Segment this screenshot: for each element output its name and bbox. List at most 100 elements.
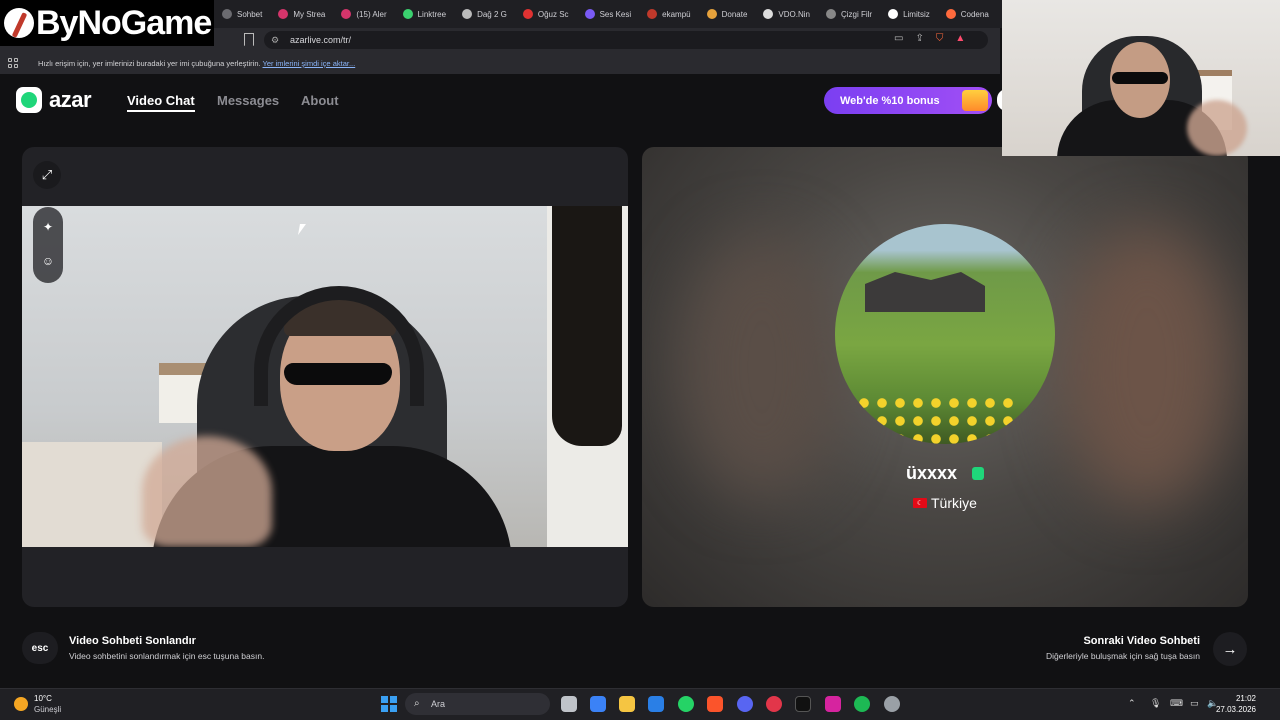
tab-favicon-icon bbox=[647, 9, 658, 19]
taskbar-search-placeholder[interactable]: Ara bbox=[431, 699, 445, 709]
partner-name: üxxxx bbox=[906, 463, 958, 483]
weather-sun-icon[interactable] bbox=[14, 697, 28, 711]
sticker-icon[interactable]: ☺ bbox=[39, 252, 57, 270]
avatar-house bbox=[865, 272, 985, 312]
task-view-icon[interactable] bbox=[561, 696, 577, 712]
nav-video-chat[interactable]: Video Chat bbox=[127, 93, 195, 108]
site-info-icon[interactable]: ⚙ bbox=[271, 35, 279, 46]
brave-browser-icon[interactable] bbox=[707, 696, 723, 712]
weather-temperature[interactable]: 10°C bbox=[34, 694, 52, 703]
tab-favicon-icon bbox=[341, 9, 352, 19]
browser-tab[interactable]: Limitsiz bbox=[880, 0, 938, 28]
share-icon[interactable]: ⇪ bbox=[915, 33, 923, 44]
browser-tab[interactable]: Linktree bbox=[395, 0, 454, 28]
magic-wand-icon[interactable]: ✦ bbox=[39, 218, 57, 236]
rewards-icon[interactable]: ▲ bbox=[955, 33, 965, 44]
streamer-logo: ByNoGame bbox=[0, 0, 214, 46]
tab-favicon-icon bbox=[888, 9, 899, 19]
clock-date: 27.03.2026 bbox=[1215, 705, 1256, 714]
verified-badge-icon bbox=[972, 467, 984, 480]
end-chat-button[interactable]: esc bbox=[22, 632, 58, 664]
turkey-flag-icon: ☾ bbox=[913, 498, 927, 508]
waving-hand bbox=[142, 436, 272, 547]
gift-icon bbox=[962, 90, 988, 111]
browser-tab-label: Donate bbox=[721, 9, 748, 19]
bed bbox=[22, 442, 162, 547]
browser-tab-label: ekampü bbox=[662, 9, 691, 19]
bookmarks-hint: Hızlı erişim için, yer imlerinizi burada… bbox=[38, 59, 355, 68]
browser-tab[interactable]: Donate bbox=[699, 0, 756, 28]
whatsapp-icon[interactable] bbox=[678, 696, 694, 712]
windows-start-icon[interactable] bbox=[381, 696, 397, 712]
browser-tab[interactable]: Sohbet bbox=[214, 0, 270, 28]
tab-favicon-icon bbox=[584, 9, 595, 19]
browser-tab[interactable]: (15) Aler bbox=[333, 0, 394, 28]
file-explorer-icon[interactable] bbox=[619, 696, 635, 712]
next-chat-arrow-icon[interactable]: → bbox=[1213, 632, 1247, 666]
discord-icon[interactable] bbox=[737, 696, 753, 712]
microphone-icon[interactable]: 🎙 bbox=[1150, 698, 1161, 709]
tab-favicon-icon bbox=[945, 9, 956, 19]
streamer-logo-icon bbox=[4, 8, 34, 38]
spotify-icon[interactable] bbox=[854, 696, 870, 712]
browser-tab[interactable]: Codena bbox=[938, 0, 997, 28]
app-red-icon[interactable] bbox=[766, 696, 782, 712]
browser-tab-label: Dağ 2 G bbox=[477, 9, 507, 19]
weather-description[interactable]: Güneşli bbox=[34, 705, 61, 714]
import-bookmarks-link[interactable]: Yer imlerini şimdi içe aktar... bbox=[263, 59, 356, 68]
search-icon: ⌕ bbox=[414, 698, 420, 709]
next-chat-subtitle: Diğerleriyle buluşmak için sağ tuşa bası… bbox=[1045, 651, 1200, 661]
instagram-icon[interactable] bbox=[825, 696, 841, 712]
tab-favicon-icon bbox=[222, 9, 232, 19]
browser-tab-label: Ses Kesi bbox=[599, 9, 632, 19]
azar-logo-icon[interactable] bbox=[16, 87, 42, 113]
tab-favicon-icon bbox=[278, 9, 289, 19]
end-chat-title: Video Sohbeti Sonlandır bbox=[69, 635, 196, 647]
browser-tab-label: My Strea bbox=[293, 9, 326, 19]
browser-tab[interactable]: Çizgi Filr bbox=[818, 0, 880, 28]
tiktok-icon[interactable] bbox=[795, 696, 811, 712]
bonus-promo-button[interactable]: Web'de %10 bonus bbox=[824, 87, 992, 114]
clock-time: 21:02 bbox=[1235, 694, 1256, 703]
partner-country: Türkiye bbox=[931, 495, 977, 511]
system-clock[interactable]: 21:02 27.03.2026 bbox=[1216, 693, 1256, 715]
streamer-webcam bbox=[1002, 0, 1280, 156]
apps-icon[interactable] bbox=[8, 58, 18, 68]
blurred-background-right bbox=[1062, 227, 1232, 507]
windows-taskbar bbox=[0, 688, 1280, 720]
tab-favicon-icon bbox=[825, 9, 836, 19]
browser-tab-label: Oğuz Sc bbox=[537, 9, 569, 19]
nav-messages[interactable]: Messages bbox=[217, 93, 279, 108]
taskbar-search[interactable] bbox=[405, 693, 550, 715]
browser-tab[interactable]: Ses Kesi bbox=[577, 0, 640, 28]
self-camera-feed bbox=[22, 206, 628, 547]
browser-tab-label: VDO.Nin bbox=[778, 9, 810, 19]
keyboard-icon[interactable]: ⌨ bbox=[1170, 698, 1183, 709]
expand-icon[interactable]: ⤢ bbox=[33, 161, 61, 189]
partner-avatar bbox=[835, 224, 1055, 444]
bonus-promo-label: Web'de %10 bonus bbox=[840, 94, 940, 107]
browser-tab[interactable]: VDO.Nin bbox=[755, 0, 818, 28]
cast-icon[interactable]: ▭ bbox=[894, 33, 903, 44]
sunglasses bbox=[284, 363, 392, 385]
browser-tab[interactable]: Oğuz Sc bbox=[515, 0, 577, 28]
url-field[interactable] bbox=[264, 31, 988, 49]
browser-tab[interactable]: ekampü bbox=[639, 0, 698, 28]
tray-chevron-icon[interactable]: ⌃ bbox=[1128, 698, 1136, 709]
nav-about[interactable]: About bbox=[301, 93, 339, 108]
webcam-sunglasses bbox=[1112, 72, 1168, 84]
browser-tab-label: Linktree bbox=[417, 9, 447, 19]
brave-shield-icon[interactable]: ⛉ bbox=[936, 33, 944, 44]
url-text[interactable]: azarlive.com/tr/ bbox=[290, 35, 351, 45]
browser-tab-label: Sohbet bbox=[237, 9, 263, 19]
azar-logo-text[interactable]: azar bbox=[49, 87, 92, 113]
tab-favicon-icon bbox=[402, 9, 413, 19]
mail-icon[interactable] bbox=[648, 696, 664, 712]
browser-tab[interactable]: Dağ 2 G bbox=[454, 0, 515, 28]
obs-icon[interactable] bbox=[884, 696, 900, 712]
browser-tab[interactable]: My Strea bbox=[270, 0, 333, 28]
blurred-background-left bbox=[682, 237, 842, 497]
display-icon[interactable]: ▭ bbox=[1190, 698, 1199, 709]
self-video-panel bbox=[22, 147, 628, 607]
store-icon[interactable] bbox=[590, 696, 606, 712]
